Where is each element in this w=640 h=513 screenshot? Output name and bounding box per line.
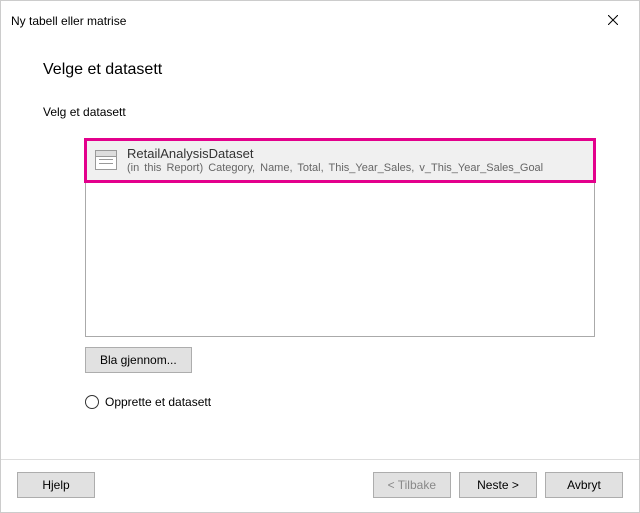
dataset-detail: (in this Report) Category, Name, Total, … <box>127 162 543 174</box>
help-button[interactable]: Hjelp <box>17 472 95 498</box>
dataset-item[interactable]: RetailAnalysisDataset (in this Report) C… <box>84 138 596 183</box>
create-dataset-radio[interactable]: Opprette et datasett <box>85 395 609 409</box>
close-icon <box>608 14 618 28</box>
titlebar: Ny tabell eller matrise <box>1 1 639 41</box>
window-title: Ny tabell eller matrise <box>11 14 126 28</box>
dataset-name: RetailAnalysisDataset <box>127 146 543 161</box>
dialog-window: Ny tabell eller matrise Velge et dataset… <box>0 0 640 513</box>
footer-right: < Tilbake Neste > Avbryt <box>373 472 623 498</box>
dataset-text: RetailAnalysisDataset (in this Report) C… <box>127 146 543 174</box>
page-title: Velge et datasett <box>43 61 609 79</box>
section-label: Velg et datasett <box>43 105 609 119</box>
cancel-button[interactable]: Avbryt <box>545 472 623 498</box>
footer: Hjelp < Tilbake Neste > Avbryt <box>1 459 639 512</box>
content-area: Velge et datasett Velg et datasett Retai… <box>1 41 639 459</box>
table-icon <box>95 150 117 170</box>
close-button[interactable] <box>597 9 629 33</box>
dataset-listbox[interactable]: RetailAnalysisDataset (in this Report) C… <box>85 139 595 337</box>
browse-button[interactable]: Bla gjennom... <box>85 347 192 373</box>
next-button[interactable]: Neste > <box>459 472 537 498</box>
radio-label: Opprette et datasett <box>105 395 211 409</box>
back-button: < Tilbake <box>373 472 451 498</box>
radio-icon[interactable] <box>85 395 99 409</box>
